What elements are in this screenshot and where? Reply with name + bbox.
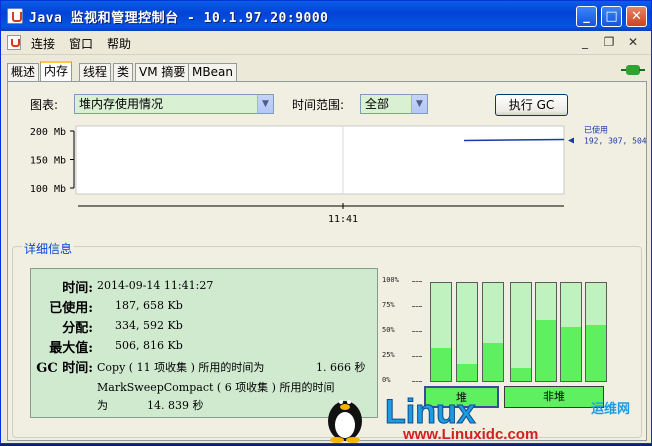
perform-gc-button[interactable]: 执行 GC [495, 94, 568, 116]
chart-plot-area [75, 125, 565, 195]
inner-restore-icon[interactable]: ❐ [601, 35, 617, 49]
heap-pool-bar[interactable] [456, 282, 478, 382]
memory-chart: 200 Mb 150 Mb 100 Mb 11:41 已使用 192, 307, 504 [8, 122, 648, 234]
series-used-name: 已使用 [584, 124, 608, 134]
watermark-logo: Linux www.Linuxidc.com 运维网 [321, 393, 647, 443]
inner-close-icon[interactable]: ✕ [625, 35, 641, 49]
pct-label: 100% [382, 276, 399, 284]
info-key-gc-time: GC 时间: [36, 361, 93, 376]
tab-vm-summary[interactable]: VM 摘要 [135, 63, 190, 81]
chart-label: 图表: [30, 98, 59, 112]
menu-connect[interactable]: 连接 [31, 35, 55, 52]
watermark-url: www.Linuxidc.com [402, 426, 538, 443]
title-bar[interactable]: Java 监视和管理控制台 - 10.1.97.20:9000 _ □ ✕ [1, 1, 651, 31]
info-value-committed: 334, 592 Kb [115, 319, 183, 332]
gc-copy-time: 1. 666 秒 [316, 361, 366, 374]
nonheap-pool-bar[interactable] [585, 282, 607, 382]
chevron-down-icon[interactable]: ▼ [411, 95, 427, 113]
penguin-logo-icon [328, 400, 362, 443]
pct-tick [412, 381, 422, 382]
memory-tab-panel: 图表: 堆内存使用情况 ▼ 时间范围: 全部 ▼ 执行 GC 200 Mb 150… [7, 81, 647, 441]
chevron-down-icon[interactable]: ▼ [257, 95, 273, 113]
gc-marksweep-text: MarkSweepCompact ( 6 项收集 ) 所用的时间 [97, 381, 335, 394]
nonheap-pool-bar-fill [536, 320, 556, 381]
java-app-icon [7, 8, 23, 24]
nonheap-pool-bar[interactable] [560, 282, 582, 382]
x-tick-label: 11:41 [328, 214, 358, 225]
java-menu-icon[interactable] [7, 35, 21, 50]
info-key-max: 最大值: [49, 341, 93, 356]
nonheap-pool-bar[interactable] [535, 282, 557, 382]
nonheap-pool-bar[interactable] [510, 282, 532, 382]
tab-mbean[interactable]: MBean [188, 63, 237, 81]
maximize-button[interactable]: □ [601, 6, 622, 27]
memory-chart-svg: 200 Mb 150 Mb 100 Mb 11:41 已使用 192, 307, 504 [30, 124, 647, 225]
info-value-used: 187, 658 Kb [115, 299, 183, 312]
watermark-site: 运维网 [591, 401, 630, 417]
minimize-icon: _ [583, 9, 590, 24]
pct-tick [412, 306, 422, 307]
menu-help[interactable]: 帮助 [107, 35, 131, 52]
series-used-value: 192, 307, 504 [584, 136, 647, 145]
pct-tick [412, 281, 422, 282]
gc-copy-text: Copy ( 11 项收集 ) 所用的时间为 [97, 361, 265, 374]
pct-label: 50% [382, 326, 395, 334]
chart-select[interactable]: 堆内存使用情况 ▼ [74, 94, 274, 114]
series-used-marker [568, 137, 574, 144]
pct-tick [412, 331, 422, 332]
heap-pool-bar-fill [483, 342, 503, 381]
info-key-time: 时间: [62, 281, 93, 296]
tab-classes[interactable]: 类 [113, 63, 134, 81]
heap-pool-bar[interactable] [430, 282, 452, 382]
pct-label: 0% [382, 376, 391, 384]
chart-select-value: 堆内存使用情况 [79, 97, 164, 111]
watermark-svg: Linux www.Linuxidc.com 运维网 [328, 393, 630, 443]
y-tick-label: 100 Mb [30, 184, 66, 195]
y-tick-label: 200 Mb [30, 127, 66, 138]
info-value-time: 2014-09-14 11:41:27 [97, 279, 214, 292]
y-tick-label: 150 Mb [30, 156, 66, 167]
app-window: Java 监视和管理控制台 - 10.1.97.20:9000 _ □ ✕ 连接… [0, 0, 652, 444]
heap-pool-bar-fill [431, 347, 451, 381]
tab-memory[interactable]: 内存 [40, 61, 73, 82]
nonheap-pool-bar-fill [511, 368, 531, 381]
menu-window[interactable]: 窗口 [69, 35, 93, 52]
details-title: 详细信息 [22, 240, 75, 257]
connection-plug-icon[interactable] [621, 64, 645, 76]
nonheap-pool-bar-fill [586, 325, 606, 381]
info-key-committed: 分配: [62, 321, 93, 336]
menu-bar: 连接 窗口 帮助 _ ❐ ✕ [1, 31, 651, 55]
time-range-select[interactable]: 全部 ▼ [360, 94, 428, 114]
pct-tick [412, 356, 422, 357]
time-range-label: 时间范围: [292, 98, 345, 112]
tab-threads[interactable]: 线程 [79, 63, 112, 81]
window-title: Java 监视和管理控制台 - 10.1.97.20:9000 [29, 11, 329, 26]
info-key-used: 已使用: [49, 301, 93, 316]
time-range-value: 全部 [365, 97, 390, 111]
heap-pool-bar[interactable] [482, 282, 504, 382]
minimize-button[interactable]: _ [576, 6, 597, 27]
inner-minimize-icon[interactable]: _ [577, 35, 593, 49]
tab-overview[interactable]: 概述 [7, 63, 40, 81]
close-icon: ✕ [631, 9, 642, 24]
gc-marksweep-time: 14. 839 秒 [147, 399, 204, 412]
pct-label: 75% [382, 301, 395, 309]
series-used-line [463, 138, 565, 142]
info-value-max: 506, 816 Kb [115, 339, 183, 352]
nonheap-pool-bar-fill [561, 327, 581, 381]
maximize-icon: □ [605, 9, 618, 24]
close-button[interactable]: ✕ [626, 6, 647, 27]
gc-marksweep-prefix: 为 [97, 399, 108, 412]
heap-pool-bar-fill [457, 364, 477, 381]
pct-label: 25% [382, 351, 395, 359]
